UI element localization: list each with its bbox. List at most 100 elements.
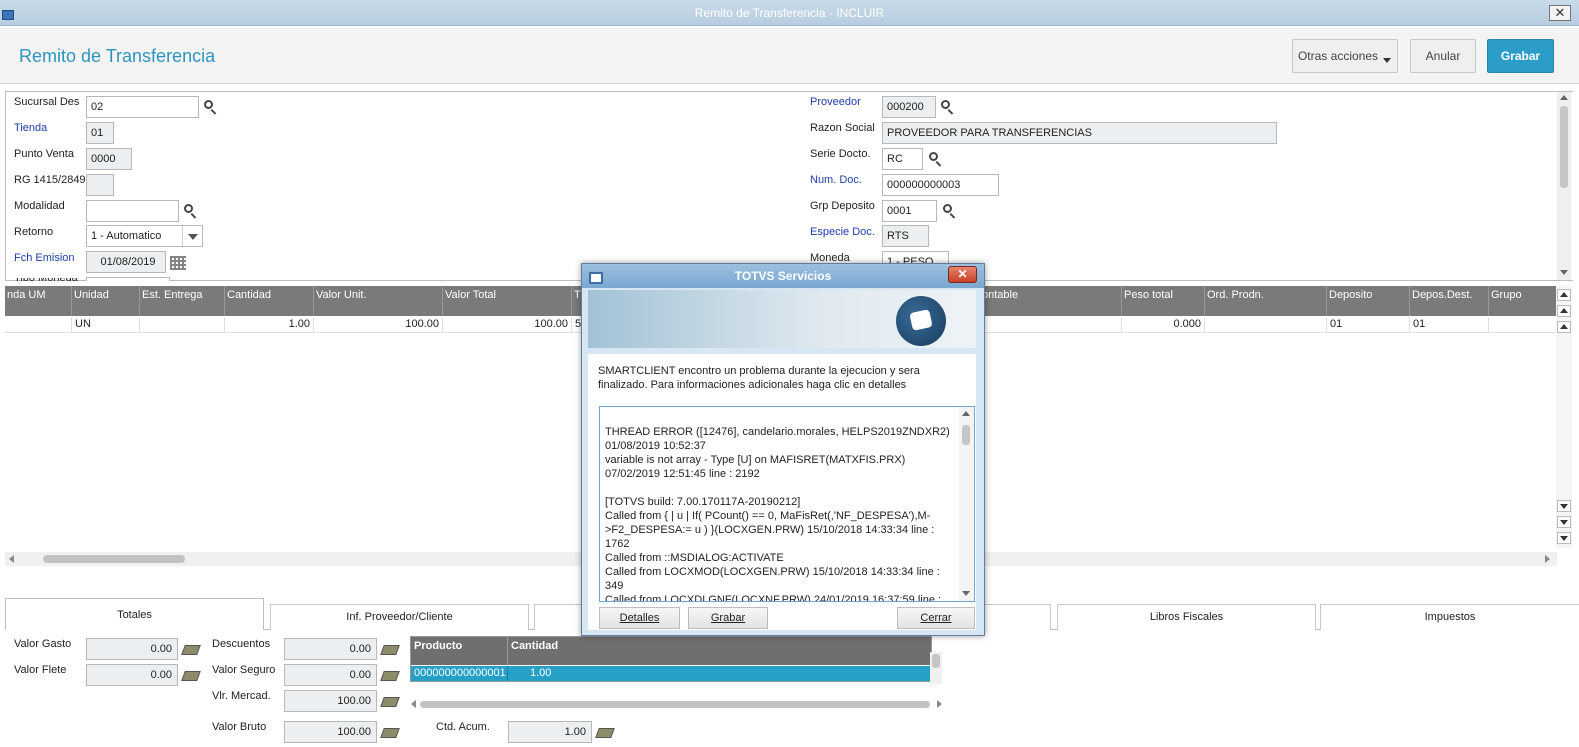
valor-flete-input[interactable]: 0.00 bbox=[86, 664, 178, 686]
ctd-acum-input[interactable]: 1.00 bbox=[508, 721, 592, 743]
grid-col-header[interactable]: Valor Unit. bbox=[314, 286, 443, 316]
money-icon[interactable] bbox=[380, 668, 400, 681]
grid-cell[interactable] bbox=[1489, 317, 1557, 333]
tab-libros-fiscales[interactable]: Libros Fiscales bbox=[1057, 604, 1316, 630]
valor-bruto-input[interactable]: 100.00 bbox=[284, 721, 377, 743]
cerrar-button[interactable]: Cerrar bbox=[897, 607, 975, 629]
tab-inf-proveedor[interactable]: Inf. Proveedor/Cliente bbox=[270, 604, 529, 630]
table-row[interactable]: 000000000000001 1.00 bbox=[411, 666, 931, 681]
grid-col-header[interactable]: Cantidad bbox=[225, 286, 314, 316]
scroll-left-icon[interactable] bbox=[411, 700, 416, 708]
search-icon[interactable] bbox=[204, 100, 218, 115]
summary-horizontal-scrollbar[interactable] bbox=[410, 698, 944, 710]
grid-cell[interactable]: 100.00 bbox=[314, 317, 443, 333]
search-icon[interactable] bbox=[943, 204, 957, 219]
grabar-log-button[interactable]: Grabar bbox=[688, 607, 768, 629]
summary-scroll-thumb[interactable] bbox=[420, 701, 930, 708]
log-scroll-thumb[interactable] bbox=[962, 425, 970, 445]
grid-col-header[interactable]: Depos.Dest. bbox=[1410, 286, 1489, 316]
scroll-up-icon[interactable] bbox=[1557, 321, 1571, 333]
proveedor-input[interactable]: 000200 bbox=[882, 96, 936, 118]
grid-cell[interactable]: 1.00 bbox=[225, 317, 314, 333]
scroll-page-up-icon[interactable] bbox=[1557, 305, 1571, 317]
grid-col-header[interactable]: nda UM bbox=[5, 286, 72, 316]
summary-scroll-thumb[interactable] bbox=[932, 654, 940, 668]
grid-cell[interactable] bbox=[140, 317, 225, 333]
grid-cell[interactable]: 01 bbox=[1410, 317, 1489, 333]
fch-emision-input[interactable]: 01/08/2019 bbox=[86, 251, 166, 273]
descuentos-input[interactable]: 0.00 bbox=[284, 638, 377, 660]
scroll-down-icon[interactable] bbox=[1560, 270, 1568, 275]
num-doc-input[interactable]: 000000000003 bbox=[882, 174, 999, 196]
grabar-button[interactable]: Grabar bbox=[1487, 39, 1554, 73]
grid-col-header[interactable]: Valor Total bbox=[443, 286, 572, 316]
grid-cell[interactable]: 0.000 bbox=[1122, 317, 1205, 333]
window-close-icon[interactable]: ✕ bbox=[1549, 5, 1571, 21]
scroll-up-icon[interactable] bbox=[1560, 95, 1568, 100]
grid-cell[interactable]: UN bbox=[72, 317, 140, 333]
money-icon[interactable] bbox=[380, 642, 400, 655]
grid-cell[interactable] bbox=[980, 317, 1122, 333]
tienda-input[interactable]: 01 bbox=[86, 122, 114, 144]
summary-col-header[interactable]: Cantidad bbox=[508, 637, 931, 665]
scroll-bottom-icon[interactable] bbox=[1557, 532, 1571, 544]
grid-col-header[interactable]: ontable bbox=[980, 286, 1122, 316]
error-log-box[interactable]: THREAD ERROR ([12476], candelario.morale… bbox=[599, 406, 975, 602]
otras-acciones-button[interactable]: Otras acciones bbox=[1292, 39, 1398, 73]
especie-doc-input[interactable]: RTS bbox=[882, 225, 929, 247]
razon-social-input[interactable]: PROVEEDOR PARA TRANSFERENCIAS bbox=[882, 122, 1277, 144]
form-scrollbar[interactable] bbox=[1557, 92, 1571, 280]
punto-venta-input[interactable]: 0000 bbox=[86, 148, 132, 170]
calendar-icon[interactable] bbox=[170, 256, 186, 270]
grid-cell[interactable]: 01 bbox=[1327, 317, 1410, 333]
dialog-close-icon[interactable]: ✕ bbox=[948, 266, 977, 283]
grid-cell[interactable] bbox=[1205, 317, 1327, 333]
sucursal-input[interactable]: 02 bbox=[86, 96, 199, 118]
grid-vertical-scrollbar[interactable] bbox=[1556, 286, 1572, 548]
tab-impuestos[interactable]: Impuestos bbox=[1320, 604, 1579, 630]
grid-cell[interactable]: 100.00 bbox=[443, 317, 572, 333]
scroll-top-icon[interactable] bbox=[1557, 289, 1571, 301]
form-scroll-thumb[interactable] bbox=[1560, 106, 1568, 188]
scroll-page-down-icon[interactable] bbox=[1557, 516, 1571, 528]
grp-deposito-input[interactable]: 0001 bbox=[882, 200, 937, 222]
money-icon[interactable] bbox=[181, 668, 201, 681]
valor-seguro-input[interactable]: 0.00 bbox=[284, 664, 377, 686]
grid-col-header[interactable]: Deposito bbox=[1327, 286, 1410, 316]
grid-col-header[interactable]: Est. Entrega bbox=[140, 286, 225, 316]
retorno-select[interactable]: 1 - Automatico bbox=[86, 225, 203, 247]
scroll-down-icon[interactable] bbox=[962, 591, 970, 596]
valor-gasto-input[interactable]: 0.00 bbox=[86, 638, 178, 660]
search-icon[interactable] bbox=[929, 152, 943, 167]
modalidad-input[interactable] bbox=[86, 200, 179, 222]
money-icon[interactable] bbox=[181, 642, 201, 655]
vlr-mercad-input[interactable]: 100.00 bbox=[284, 690, 377, 712]
scroll-up-icon[interactable] bbox=[962, 411, 970, 416]
detalles-button[interactable]: Detalles bbox=[599, 607, 680, 629]
search-icon[interactable] bbox=[184, 204, 198, 219]
money-icon[interactable] bbox=[380, 725, 400, 738]
scroll-left-icon[interactable] bbox=[9, 555, 14, 563]
scroll-down-icon[interactable] bbox=[1557, 500, 1571, 512]
tipo-moneda-input[interactable] bbox=[86, 277, 170, 281]
grid-col-header[interactable]: Grupo bbox=[1489, 286, 1557, 316]
money-icon[interactable] bbox=[595, 725, 615, 738]
scroll-right-icon[interactable] bbox=[1545, 555, 1550, 563]
grid-col-header[interactable]: Ord. Prodn. bbox=[1205, 286, 1327, 316]
summary-col-header[interactable]: Producto bbox=[411, 637, 508, 665]
grid-col-header[interactable]: Peso total bbox=[1122, 286, 1205, 316]
summary-cell[interactable]: 000000000000001 bbox=[411, 666, 508, 681]
search-icon[interactable] bbox=[941, 100, 955, 115]
grid-scroll-thumb[interactable] bbox=[43, 555, 185, 563]
grid-col-header[interactable]: Unidad bbox=[72, 286, 140, 316]
summary-cell[interactable]: 1.00 bbox=[508, 666, 708, 681]
grid-cell[interactable] bbox=[5, 317, 72, 333]
summary-vertical-scrollbar[interactable] bbox=[930, 652, 942, 684]
money-icon[interactable] bbox=[380, 694, 400, 707]
tab-totales[interactable]: Totales bbox=[5, 598, 264, 630]
chevron-down-icon[interactable] bbox=[182, 226, 202, 246]
log-scrollbar[interactable] bbox=[959, 407, 974, 601]
rg-input[interactable] bbox=[86, 174, 114, 196]
serie-docto-input[interactable]: RC bbox=[882, 148, 923, 170]
anular-button[interactable]: Anular bbox=[1410, 39, 1476, 73]
